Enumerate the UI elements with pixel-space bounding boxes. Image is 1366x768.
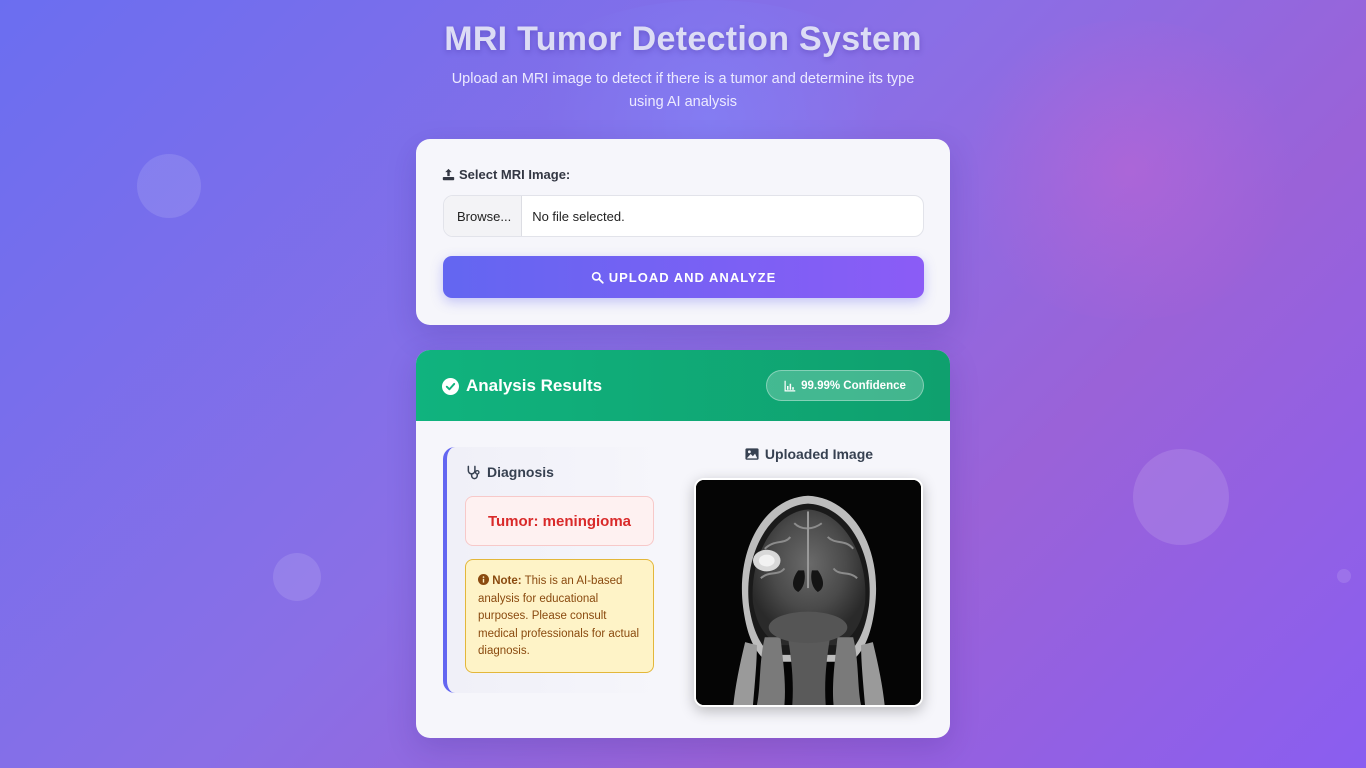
stethoscope-icon bbox=[467, 465, 480, 479]
uploaded-image-title: Uploaded Image bbox=[694, 446, 924, 462]
results-header: Analysis Results 99.99% Confidence bbox=[416, 350, 950, 421]
check-circle-icon bbox=[442, 377, 459, 395]
mri-scan-image bbox=[696, 480, 921, 705]
upload-label: Select MRI Image: bbox=[442, 167, 570, 182]
disclaimer-note: Note: This is an AI-based analysis for e… bbox=[465, 559, 654, 673]
search-icon bbox=[591, 271, 604, 284]
analyze-button-label: UPLOAD AND ANALYZE bbox=[608, 269, 777, 285]
uploaded-image-title-text: Uploaded Image bbox=[764, 446, 874, 462]
results-title: Analysis Results bbox=[442, 376, 602, 396]
results-title-text: Analysis Results bbox=[466, 376, 603, 395]
background-bubble bbox=[137, 154, 201, 218]
background-bubble bbox=[1133, 449, 1229, 545]
upload-and-analyze-button[interactable]: UPLOAD AND ANALYZE bbox=[443, 256, 924, 298]
page-title: MRI Tumor Detection System bbox=[444, 20, 922, 58]
browse-button[interactable]: Browse... bbox=[444, 196, 523, 236]
note-label: Note: bbox=[492, 575, 522, 587]
results-card: Analysis Results 99.99% Confidence Diagn… bbox=[416, 350, 950, 738]
page-subtitle: Upload an MRI image to detect if there i… bbox=[451, 71, 915, 110]
image-icon bbox=[745, 448, 759, 460]
confidence-text: 99.99% Confidence bbox=[801, 379, 906, 392]
file-input[interactable]: Browse... No file selected. bbox=[443, 195, 924, 237]
confidence-badge: 99.99% Confidence bbox=[766, 370, 924, 401]
file-status: No file selected. bbox=[532, 208, 625, 224]
diagnosis-panel: Diagnosis Tumor: meningioma Note: This i… bbox=[443, 447, 669, 693]
background-bubble bbox=[273, 553, 321, 601]
upload-icon bbox=[442, 168, 455, 181]
bar-chart-icon bbox=[784, 380, 796, 391]
diagnosis-title: Diagnosis bbox=[466, 464, 554, 480]
uploaded-mri-image bbox=[694, 478, 923, 707]
note-text: This is an AI-based analysis for educati… bbox=[478, 575, 640, 657]
diagnosis-title-text: Diagnosis bbox=[487, 464, 554, 480]
upload-card: Select MRI Image: Browse... No file sele… bbox=[416, 139, 950, 325]
info-icon bbox=[478, 574, 489, 585]
tumor-result: Tumor: meningioma bbox=[465, 496, 654, 546]
upload-label-text: Select MRI Image: bbox=[459, 167, 571, 182]
background-bubble bbox=[1337, 569, 1351, 583]
background-glow-pink bbox=[950, 20, 1310, 320]
